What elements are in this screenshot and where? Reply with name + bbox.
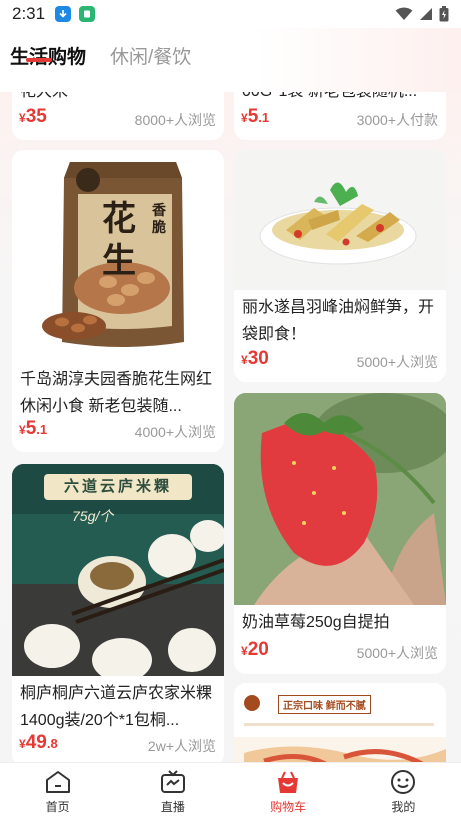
brand-slogan: 正宗口味 鲜而不腻: [278, 695, 371, 714]
product-price: ¥49.8: [19, 732, 58, 753]
product-title: 花大米: [20, 92, 216, 105]
product-views: 8000+人浏览: [134, 112, 216, 128]
tab-mine-label: 我的: [391, 800, 416, 814]
category-tabs: 生活购物 休闲/餐饮: [0, 28, 461, 92]
banner-label: 六道云庐米粿: [44, 474, 192, 500]
product-title: 千岛湖淳夫园香脆花生网红休闲小食 新老包装随...: [20, 371, 213, 415]
home-icon: [45, 771, 70, 793]
product-card[interactable]: 花生 香脆 千岛湖淳夫园香脆花生网红休闲小食 新老包装随... ¥5.1 400…: [12, 150, 224, 452]
product-card[interactable]: 奶油草莓250g自提拍 ¥20 5000+人浏览: [234, 393, 446, 674]
product-image: [234, 150, 446, 290]
product-image: 正宗口味 鲜而不腻: [234, 683, 446, 762]
tab-live[interactable]: 直播: [115, 763, 230, 821]
tab-live-label: 直播: [160, 800, 185, 814]
tab-leisure-dining[interactable]: 休闲/餐饮: [110, 42, 191, 69]
tab-home-label: 首页: [45, 800, 70, 814]
product-feed[interactable]: 花大米 ¥35 8000+人浏览 00G*1袋 新老包装随机... ¥5.1 3…: [0, 92, 461, 762]
product-price: ¥5.1: [19, 418, 48, 439]
package-label-sub: 香脆: [152, 202, 166, 235]
smiley-profile-icon: [391, 770, 416, 794]
status-indicators: [395, 6, 449, 22]
signal-icon: [420, 8, 432, 20]
product-title: 桐庐桐庐六道云庐农家米粿1400g装/20个*1包桐...: [20, 685, 213, 729]
app-notification-icon: [79, 6, 96, 22]
tab-home[interactable]: 首页: [0, 763, 115, 821]
weight-label: 75g/个: [72, 508, 114, 524]
product-views: 2w+人浏览: [147, 738, 216, 754]
product-price: ¥30: [241, 348, 269, 369]
active-tab-indicator: [26, 58, 52, 62]
download-notification-icon: [55, 6, 72, 22]
product-card[interactable]: 花大米 ¥35 8000+人浏览: [12, 92, 224, 140]
product-title: 奶油草莓250g自提拍: [242, 614, 390, 631]
product-image: 花生 香脆: [12, 150, 224, 362]
product-views: 5000+人浏览: [356, 354, 438, 370]
bottom-tab-bar: 首页 直播 购物车 我的: [0, 762, 461, 821]
product-card[interactable]: 正宗口味 鲜而不腻: [234, 683, 446, 762]
product-title: 丽水遂昌羽峰油焖鲜笋，开袋即食！: [242, 299, 435, 343]
tab-cart-label: 购物车: [270, 800, 307, 814]
live-tv-icon: [160, 770, 185, 793]
status-time: 2:31: [12, 4, 46, 23]
product-views: 4000+人浏览: [134, 424, 216, 440]
product-price: ¥20: [241, 639, 269, 660]
wifi-icon: [395, 7, 413, 20]
product-image: [234, 393, 446, 605]
product-title: 00G*1袋 新老包装随机...: [242, 92, 438, 105]
shopping-bag-icon: [278, 771, 299, 793]
battery-icon: [439, 6, 449, 22]
product-price: ¥5.1: [241, 106, 270, 127]
product-card[interactable]: 丽水遂昌羽峰油焖鲜笋，开袋即食！ ¥30 5000+人浏览: [234, 150, 446, 382]
product-views: 5000+人浏览: [356, 645, 438, 661]
status-bar: 2:31: [0, 0, 461, 28]
product-price: ¥35: [19, 106, 47, 127]
product-card[interactable]: 00G*1袋 新老包装随机... ¥5.1 3000+人付款: [234, 92, 446, 140]
product-card[interactable]: 六道云庐米粿 75g/个 桐庐桐庐六道云庐农家米粿1400g装/20个*1包桐.…: [12, 464, 224, 762]
product-views: 3000+人付款: [356, 112, 438, 128]
product-image: 六道云庐米粿 75g/个: [12, 464, 224, 676]
tab-cart[interactable]: 购物车: [231, 763, 346, 821]
tab-lifestyle-shopping[interactable]: 生活购物: [10, 42, 86, 69]
tab-mine[interactable]: 我的: [346, 763, 461, 821]
package-label-main: 花生: [102, 199, 136, 281]
